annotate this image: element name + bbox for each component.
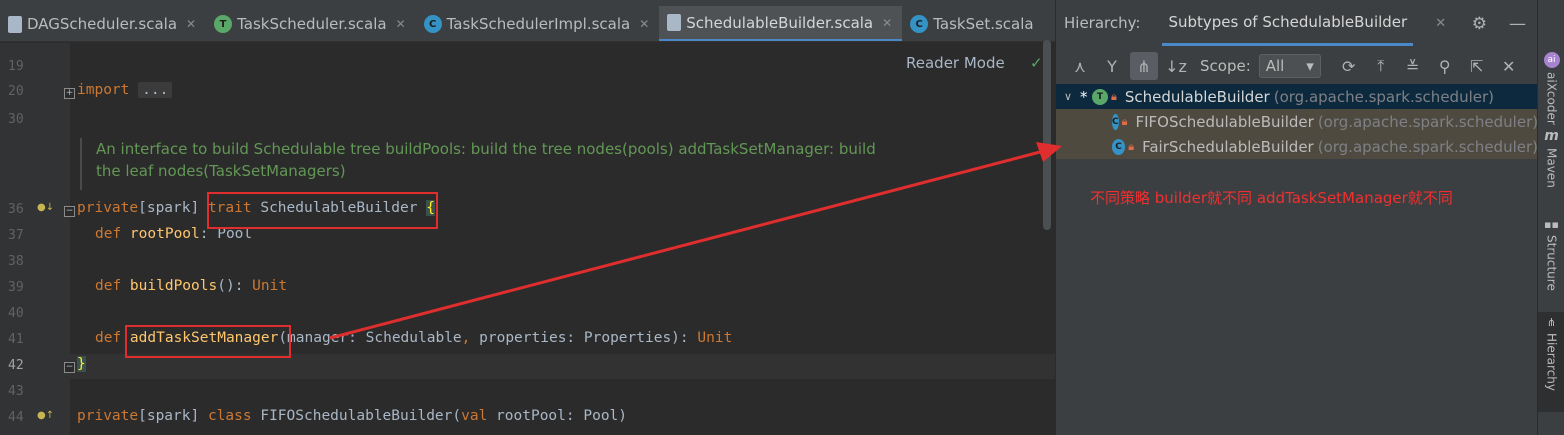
tree-node-schedulablebuilder[interactable]: ∨ * T 🔒︎ SchedulableBuilder (org.apache.… [1056,84,1537,109]
check-icon: ✓ [1030,54,1043,72]
fold-collapse-icon[interactable]: − [64,206,75,217]
line-number: 19 [8,59,24,74]
subtypes-icon[interactable]: ⋔ [1130,52,1158,80]
pin-icon[interactable]: ⚲ [1431,52,1459,80]
hierarchy-tree: ∨ * T 🔒︎ SchedulableBuilder (org.apache.… [1056,84,1537,159]
tool-window-aixcoder[interactable]: ai aiXcoder [1538,52,1564,125]
lock-icon: 🔒︎ [1121,114,1128,128]
line-number: 37 [8,228,24,243]
class-icon: C [423,15,442,33]
hierarchy-icon: ⋔ [1546,316,1557,329]
editor-tab-bar: DAGScheduler.scala ✕ T TaskScheduler.sca… [0,6,1055,42]
implemented-icon[interactable]: ●↓ [37,202,54,216]
trait-icon: T [1092,88,1108,105]
maven-icon: m [1544,128,1559,144]
close-icon[interactable]: ✕ [1495,52,1523,80]
fold-expand-icon[interactable]: + [64,88,75,99]
class-icon: C [1112,138,1126,155]
sort-alpha-icon[interactable]: ↓z [1162,52,1190,80]
vertical-scrollbar[interactable] [1043,40,1051,230]
hierarchy-panel: Hierarchy: Subtypes of SchedulableBuilde… [1055,0,1537,435]
tab-dagscheduler[interactable]: DAGScheduler.scala ✕ [0,6,206,41]
tool-window-hierarchy[interactable]: ⋔ Hierarchy [1538,312,1564,412]
close-icon[interactable]: ✕ [882,16,892,30]
hierarchy-toolbar: ⋏ Y ⋔ ↓z Scope: All ▾ ⟳ ⤒ ≚ ⚲ ⇱ ✕ [1056,50,1537,82]
tab-subtypes[interactable]: Subtypes of SchedulableBuilder [1162,0,1414,46]
tab-taskschedulerimpl[interactable]: C TaskSchedulerImpl.scala ✕ [416,6,660,41]
fold-collapse-icon[interactable]: − [64,362,75,373]
hierarchy-header: Hierarchy: Subtypes of SchedulableBuilde… [1056,0,1537,46]
panel-title: Hierarchy: [1064,14,1141,32]
tree-node-fairschedulablebuilder[interactable]: C 🔒︎ FairSchedulableBuilder (org.apache.… [1056,134,1537,159]
close-icon[interactable]: ✕ [186,17,196,31]
refresh-icon[interactable]: ⟳ [1335,52,1363,80]
code-line-20[interactable]: import ... [77,82,173,98]
implementing-icon[interactable]: ●↑ [37,410,54,424]
line-number: 44 [8,410,24,425]
gear-icon[interactable]: ⚙ [1472,14,1487,34]
line-number: 40 [8,306,24,321]
line-number: 30 [8,112,24,127]
type-hierarchy-icon[interactable]: Y [1098,52,1126,80]
code-line-42[interactable]: } [77,356,86,372]
chevron-down-icon[interactable]: ∨ [1064,90,1080,103]
scala-file-icon [8,15,22,33]
minimize-icon[interactable]: — [1509,14,1526,34]
annotation-box-method [125,325,291,358]
scope-dropdown[interactable]: All ▾ [1258,54,1321,78]
supertypes-icon[interactable]: ⋏ [1066,52,1094,80]
code-line-44[interactable]: private[spark] class FIFOSchedulableBuil… [77,408,627,424]
lock-icon: 🔒︎ [1111,89,1117,103]
scaladoc-comment: An interface to build Schedulable tree b… [80,138,910,190]
line-number: 36 [8,202,24,217]
collapse-all-icon[interactable]: ≚ [1399,52,1427,80]
line-number: 43 [8,384,24,399]
class-icon: C [910,15,929,33]
annotation-note: 不同策略 builder就不同 addTaskSetManager就不同 [1090,189,1453,207]
lock-icon: 🔒︎ [1128,139,1135,153]
tab-taskscheduler[interactable]: T TaskScheduler.scala ✕ [206,6,416,41]
folded-imports[interactable]: ... [138,82,173,98]
code-line-39[interactable]: def buildPools(): Unit [95,278,287,294]
code-editor[interactable]: DAGScheduler.scala ✕ T TaskScheduler.sca… [0,0,1055,435]
open-in-editor-icon[interactable]: ⇱ [1463,52,1491,80]
line-number: 20 [8,84,24,99]
tab-taskset[interactable]: C TaskSet.scala [902,6,1043,41]
scala-file-icon [667,14,682,31]
tool-window-structure[interactable]: ▪▪ Structure [1538,218,1564,291]
line-number: 38 [8,254,24,269]
close-icon[interactable]: ✕ [396,17,406,31]
chevron-down-icon: ▾ [1306,57,1314,75]
tab-schedulablebuilder[interactable]: SchedulableBuilder.scala ✕ [659,6,903,41]
structure-icon: ▪▪ [1544,218,1559,231]
tree-node-fifoschedulablebuilder[interactable]: C 🔒︎ FIFOSchedulableBuilder (org.apache.… [1056,109,1537,134]
close-icon[interactable]: ✕ [639,17,649,31]
reader-mode-toggle[interactable]: Reader Mode [906,54,1005,72]
class-icon: C [1112,113,1119,130]
aixcoder-icon: ai [1543,52,1560,68]
expand-all-icon[interactable]: ⤒ [1367,52,1395,80]
trait-icon: T [214,15,233,33]
close-icon[interactable]: ✕ [1435,16,1446,31]
star-icon: * [1080,87,1088,106]
tool-window-maven[interactable]: m Maven [1538,128,1564,188]
right-tool-strip: ai aiXcoder m Maven ▪▪ Structure ⋔ Hiera… [1537,0,1564,435]
line-number: 39 [8,280,24,295]
annotation-box-trait [207,192,438,229]
line-number: 41 [8,332,24,347]
scope-label: Scope: [1200,57,1251,75]
line-number: 42 [8,358,24,373]
panel-actions: ⚙ — [1472,14,1526,34]
